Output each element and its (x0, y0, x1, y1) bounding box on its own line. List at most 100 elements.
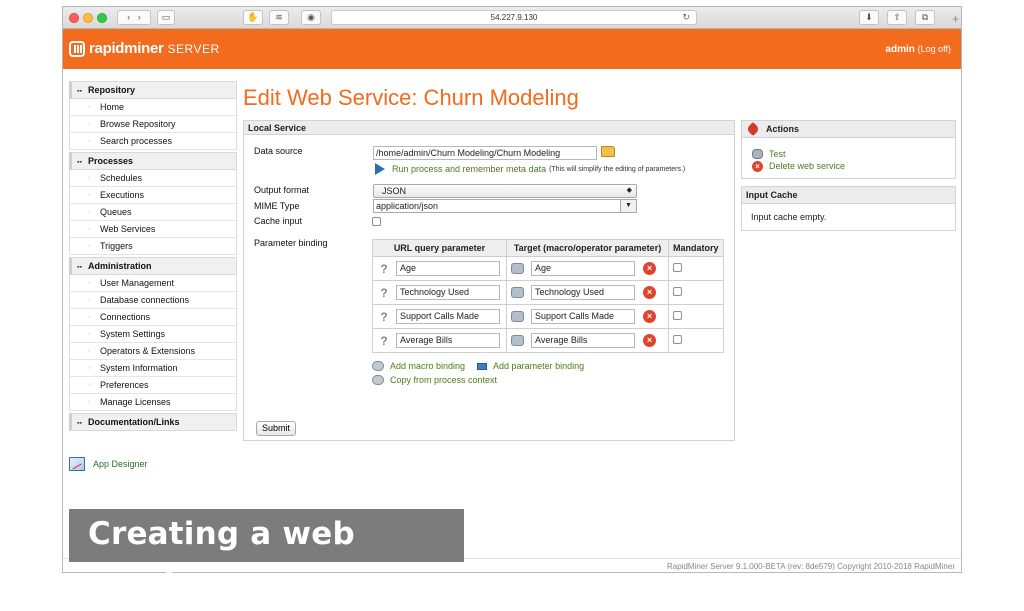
mime-type-value: application/json (376, 201, 439, 211)
select-arrows-icon: ◆ (626, 187, 632, 194)
add-macro-binding-link[interactable]: Add macro binding (390, 361, 465, 371)
app-designer-label: App Designer (93, 459, 148, 469)
column-header-query: URL query parameter (372, 239, 507, 257)
sidebar-item-database-connections[interactable]: Database connections (70, 292, 236, 309)
zoom-window-button[interactable] (97, 13, 107, 23)
delete-web-service-link[interactable]: Delete web service (769, 161, 845, 171)
target-param-input[interactable]: Support Calls Made (531, 309, 635, 324)
caption-overlay: Creating a web service (69, 509, 464, 603)
operator-icon[interactable] (511, 335, 524, 346)
address-bar[interactable]: 54.227.9.130 ↻ (331, 10, 697, 25)
submit-button[interactable]: Submit (256, 421, 297, 436)
url-text: 54.227.9.130 (490, 13, 538, 22)
query-param-input[interactable]: Technology Used (396, 285, 500, 300)
add-parameter-binding-link[interactable]: Add parameter binding (493, 361, 584, 371)
mandatory-checkbox[interactable] (673, 334, 682, 344)
cache-input-checkbox[interactable] (372, 217, 381, 226)
layers-icon[interactable]: ≋ (269, 10, 289, 25)
sidebar-item-user-management[interactable]: User Management (70, 275, 236, 292)
sidebar-toggle-icon[interactable]: ▭ (157, 10, 175, 25)
tabs-icon[interactable]: ⧉ (915, 10, 935, 25)
mime-type-combo[interactable]: application/json ▼ (373, 199, 637, 213)
table-row: ? Support Calls Made Support Calls Made × (372, 304, 724, 329)
data-source-input[interactable]: /home/admin/Churn Modeling/Churn Modelin… (373, 146, 597, 160)
sidebar-item-system-settings[interactable]: System Settings (70, 326, 236, 343)
mandatory-checkbox[interactable] (673, 262, 682, 272)
query-param-input[interactable]: Average Bills (396, 333, 500, 348)
operator-icon[interactable] (511, 287, 524, 298)
input-cache-panel: Input Cache Input cache empty. (741, 186, 956, 231)
delete-icon[interactable]: × (643, 286, 656, 299)
run-process-link[interactable]: Run process and remember meta data (This… (375, 163, 685, 175)
query-param-input[interactable]: Age (396, 261, 500, 276)
macro-gear-icon (372, 361, 384, 371)
output-format-label: Output format (254, 185, 310, 195)
sidebar-section-title[interactable]: ▪▪ Repository (69, 81, 237, 99)
close-window-button[interactable] (69, 13, 79, 23)
app-designer-link[interactable]: App Designer (69, 457, 148, 471)
sidebar-item-web-services[interactable]: Web Services (70, 221, 236, 238)
chevron-down-icon[interactable]: ▼ (620, 200, 636, 212)
help-icon[interactable]: ? (377, 310, 391, 324)
table-row: ? Age Age × (372, 256, 724, 281)
sidebar-item-preferences[interactable]: Preferences (70, 377, 236, 394)
sidebar-section-administration: ▪▪Administration User Management Databas… (69, 257, 237, 411)
sidebar-section-title[interactable]: ▪▪ Processes (69, 152, 237, 170)
hand-icon[interactable]: ✋ (243, 10, 263, 25)
sidebar-section-repository: ▪▪Repository Home Browse Repository Sear… (69, 81, 237, 150)
user-area: admin (Log off) (885, 44, 951, 55)
sidebar-section-title[interactable]: ▪▪ Administration (69, 257, 237, 275)
sidebar-item-operators-extensions[interactable]: Operators & Extensions (70, 343, 236, 360)
reload-icon[interactable]: ↻ (682, 11, 690, 24)
delete-icon[interactable]: × (643, 262, 656, 275)
test-action[interactable]: Test (742, 148, 955, 160)
mandatory-checkbox[interactable] (673, 310, 682, 320)
logoff-link[interactable]: (Log off) (918, 44, 951, 54)
back-forward-buttons[interactable]: ‹ › (117, 10, 151, 25)
copy-process-context-link[interactable]: Copy from process context (390, 375, 497, 385)
sidebar-section-processes: ▪▪Processes Schedules Executions Queues … (69, 152, 237, 255)
help-icon[interactable]: ? (377, 334, 391, 348)
target-param-input[interactable]: Technology Used (531, 285, 635, 300)
run-link-label: Run process and remember meta data (392, 164, 547, 174)
input-cache-header: Input Cache (742, 187, 955, 204)
query-param-input[interactable]: Support Calls Made (396, 309, 500, 324)
delete-icon[interactable]: × (643, 334, 656, 347)
sidebar-item-executions[interactable]: Executions (70, 187, 236, 204)
test-link[interactable]: Test (769, 149, 786, 159)
download-icon[interactable]: ⬇ (859, 10, 879, 25)
sidebar-item-home[interactable]: Home (70, 99, 236, 116)
operator-icon[interactable] (511, 311, 524, 322)
share-icon[interactable]: ⇧ (887, 10, 907, 25)
new-tab-icon[interactable]: + (952, 12, 959, 26)
info-icon[interactable]: ◉ (301, 10, 321, 25)
sidebar-item-triggers[interactable]: Triggers (70, 238, 236, 255)
target-param-input[interactable]: Average Bills (531, 333, 635, 348)
run-link-note: (This will simplify the editing of param… (549, 165, 686, 173)
help-icon[interactable]: ? (377, 262, 391, 276)
delete-icon[interactable]: × (643, 310, 656, 323)
output-format-select[interactable]: JSON ◆ (373, 184, 637, 198)
sidebar-item-system-information[interactable]: System Information (70, 360, 236, 377)
logo-brand: rapidminer (89, 40, 164, 57)
rapidminer-logo[interactable]: rapidminer SERVER (69, 40, 220, 57)
logo-product: SERVER (167, 41, 220, 56)
mime-type-label: MIME Type (254, 201, 300, 211)
sidebar-section-documentation: ▪▪ Documentation/Links (69, 413, 237, 431)
sidebar-item-manage-licenses[interactable]: Manage Licenses (70, 394, 236, 411)
sidebar-item-browse-repository[interactable]: Browse Repository (70, 116, 236, 133)
target-param-input[interactable]: Age (531, 261, 635, 276)
operator-icon[interactable] (511, 263, 524, 274)
sidebar-item-queues[interactable]: Queues (70, 204, 236, 221)
folder-icon[interactable] (601, 146, 615, 157)
parameter-binding-table: URL query parameter Target (macro/operat… (372, 239, 724, 353)
sidebar-item-schedules[interactable]: Schedules (70, 170, 236, 187)
mandatory-checkbox[interactable] (673, 286, 682, 296)
delete-action[interactable]: × Delete web service (742, 160, 955, 172)
minimize-window-button[interactable] (83, 13, 93, 23)
help-icon[interactable]: ? (377, 286, 391, 300)
app-designer-icon (69, 457, 85, 471)
sidebar-item-connections[interactable]: Connections (70, 309, 236, 326)
sidebar-section-title[interactable]: ▪▪ Documentation/Links (69, 413, 237, 431)
sidebar-item-search-processes[interactable]: Search processes (70, 133, 236, 150)
